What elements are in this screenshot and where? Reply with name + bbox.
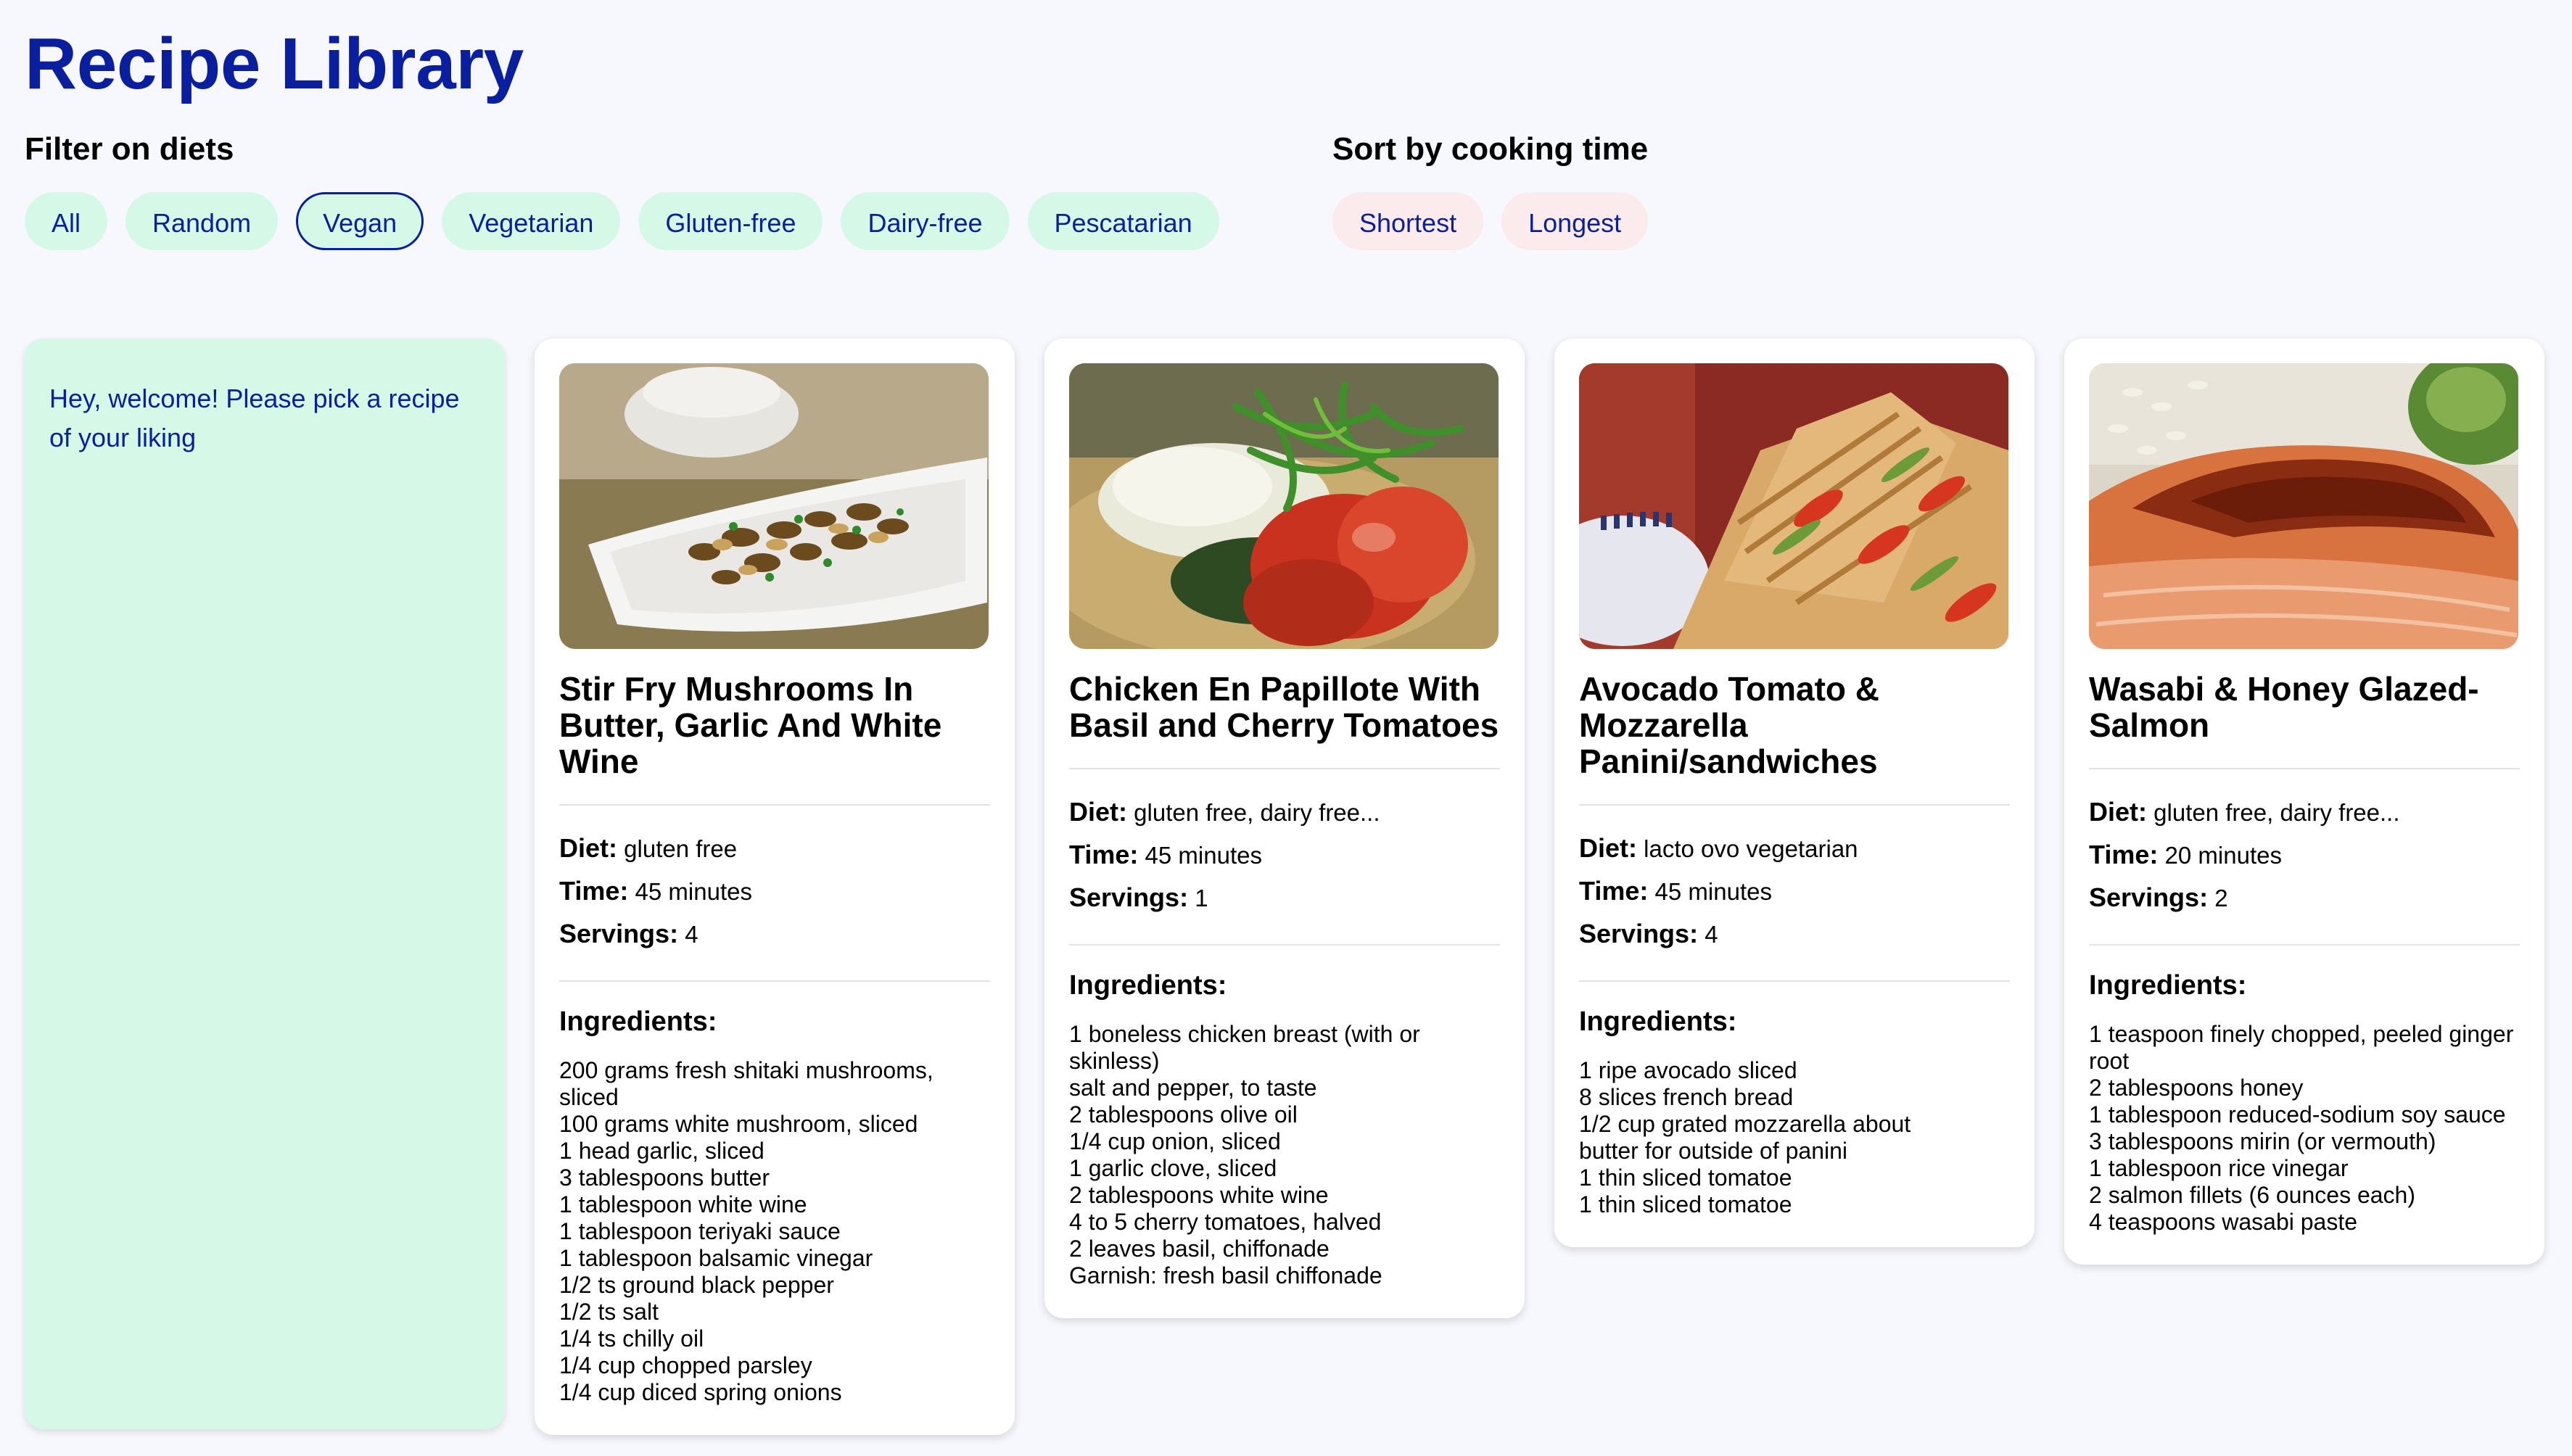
ingredient-item: 1/2 cup grated mozzarella about [1579,1111,1911,1137]
recipe-image [2089,363,2518,649]
page-title: Recipe Library [25,23,524,104]
panini-photo [1579,363,2008,649]
chicken-papillote-photo [1069,363,1499,649]
recipe-card[interactable]: Avocado Tomato & Mozzarella Panini/sandw… [1554,339,2035,1247]
ingredient-item: 1 thin sliced tomatoe [1579,1191,1792,1217]
recipe-servings: Servings: 4 [1579,919,1718,948]
ingredients-heading: Ingredients: [1579,1006,1737,1037]
divider [1579,804,2010,806]
sort-chip-shortest[interactable]: Shortest [1332,192,1484,250]
ingredient-item: 2 leaves basil, chiffonade [1069,1236,1330,1262]
ingredient-item: 1 tablespoon rice vinegar [2089,1155,2349,1181]
ingredient-item: 2 tablespoons honey [2089,1075,2304,1101]
ingredient-item: 1/4 cup chopped parsley [559,1352,812,1378]
ingredient-item: 1/4 cup diced spring onions [559,1379,842,1405]
recipe-time: Time: 45 minutes [559,876,752,906]
recipe-image [1579,363,2008,649]
ingredient-item: 1/4 cup onion, sliced [1069,1128,1281,1154]
ingredient-item: 1 head garlic, sliced [559,1138,764,1164]
diet-filter-group: All Random Vegan Vegetarian Gluten-free … [25,192,1219,250]
ingredients-heading: Ingredients: [1069,970,1227,1001]
ingredient-item: butter for outside of panini [1579,1138,1848,1164]
recipe-image [559,363,989,649]
divider [2089,768,2520,769]
recipe-title: Stir Fry Mushrooms In Butter, Garlic And… [559,670,942,780]
ingredient-item: 2 salmon fillets (6 ounces each) [2089,1182,2415,1208]
recipe-time: Time: 20 minutes [2089,840,2282,869]
ingredient-item: 1 boneless chicken breast (with or skinl… [1069,1021,1420,1074]
recipe-card[interactable]: Wasabi & Honey Glazed-Salmon Diet: glute… [2064,339,2544,1265]
ingredient-item: 3 tablespoons mirin (or vermouth) [2089,1128,2436,1154]
recipe-diet: Diet: gluten free, dairy free... [2089,797,2400,827]
recipe-image [1069,363,1499,649]
welcome-message: Hey, welcome! Please pick a recipe of yo… [49,384,460,452]
ingredient-item: 1/2 ts ground black pepper [559,1272,834,1298]
recipe-time: Time: 45 minutes [1069,840,1262,869]
ingredient-item: 1 ripe avocado sliced [1579,1057,1797,1083]
recipe-library-page: Recipe Library Filter on diets All Rando… [0,0,2572,1456]
divider [559,804,990,806]
ingredient-item: Garnish: fresh basil chiffonade [1069,1262,1382,1289]
divider [559,980,990,982]
divider [1579,980,2010,982]
recipe-servings: Servings: 2 [2089,882,2228,912]
ingredient-item: 1 tablespoon teriyaki sauce [559,1218,841,1244]
salmon-photo [2089,363,2518,649]
recipe-diet: Diet: gluten free, dairy free... [1069,797,1380,827]
filter-chip-random[interactable]: Random [125,192,279,250]
filter-label: Filter on diets [25,131,234,167]
ingredient-item: 4 to 5 cherry tomatoes, halved [1069,1209,1382,1235]
ingredient-item: 1/2 ts salt [559,1299,659,1325]
ingredient-item: 1 thin sliced tomatoe [1579,1165,1792,1191]
ingredient-item: 2 tablespoons white wine [1069,1182,1329,1208]
filter-chip-gluten-free[interactable]: Gluten-free [638,192,823,250]
ingredients-list: 1 teaspoon finely chopped, peeled ginger… [2089,1021,2520,1236]
recipe-title: Wasabi & Honey Glazed-Salmon [2089,670,2479,744]
recipe-time: Time: 45 minutes [1579,876,1772,906]
filter-chip-all[interactable]: All [25,192,108,250]
mushroom-dish-photo [559,363,989,649]
ingredient-item: 1 tablespoon balsamic vinegar [559,1245,873,1271]
recipe-diet: Diet: gluten free [559,833,738,863]
welcome-panel: Hey, welcome! Please pick a recipe of yo… [25,339,505,1429]
ingredient-item: 1/4 ts chilly oil [559,1325,704,1352]
ingredient-item: 3 tablespoons butter [559,1165,770,1191]
ingredients-list: 200 grams fresh shitaki mushrooms, slice… [559,1057,990,1406]
ingredients-list: 1 boneless chicken breast (with or skinl… [1069,1021,1500,1289]
filter-chip-vegan[interactable]: Vegan [296,192,424,250]
recipe-card[interactable]: Chicken En Papillote With Basil and Cher… [1044,339,1525,1318]
filter-chip-vegetarian[interactable]: Vegetarian [442,192,621,250]
recipe-servings: Servings: 1 [1069,882,1208,912]
ingredient-item: 4 teaspoons wasabi paste [2089,1209,2358,1235]
filter-chip-dairy-free[interactable]: Dairy-free [841,192,1010,250]
recipe-title: Chicken En Papillote With Basil and Cher… [1069,670,1499,744]
ingredients-heading: Ingredients: [2089,970,2247,1001]
ingredient-item: 1 tablespoon white wine [559,1191,807,1217]
divider [1069,944,1500,946]
recipe-card[interactable]: Stir Fry Mushrooms In Butter, Garlic And… [535,339,1015,1435]
recipe-servings: Servings: 4 [559,919,698,948]
ingredient-item: 100 grams white mushroom, sliced [559,1111,918,1137]
recipe-diet: Diet: lacto ovo vegetarian [1579,833,1858,863]
sort-label: Sort by cooking time [1332,131,1649,167]
divider [1069,768,1500,769]
ingredient-item: 8 slices french bread [1579,1084,1794,1110]
sort-chip-longest[interactable]: Longest [1501,192,1649,250]
ingredient-item: 1 teaspoon finely chopped, peeled ginger… [2089,1021,2514,1074]
divider [2089,944,2520,946]
ingredients-list: 1 ripe avocado sliced 8 slices french br… [1579,1057,2010,1218]
recipe-title: Avocado Tomato & Mozzarella Panini/sandw… [1579,670,1880,780]
ingredient-item: 2 tablespoons olive oil [1069,1101,1298,1128]
ingredients-heading: Ingredients: [559,1006,717,1037]
ingredient-item: salt and pepper, to taste [1069,1075,1317,1101]
sort-group: Shortest Longest [1332,192,1649,250]
ingredient-item: 1 tablespoon reduced-sodium soy sauce [2089,1101,2506,1128]
ingredient-item: 1 garlic clove, sliced [1069,1155,1277,1181]
filter-chip-pescatarian[interactable]: Pescatarian [1027,192,1219,250]
ingredient-item: 200 grams fresh shitaki mushrooms, slice… [559,1057,933,1110]
